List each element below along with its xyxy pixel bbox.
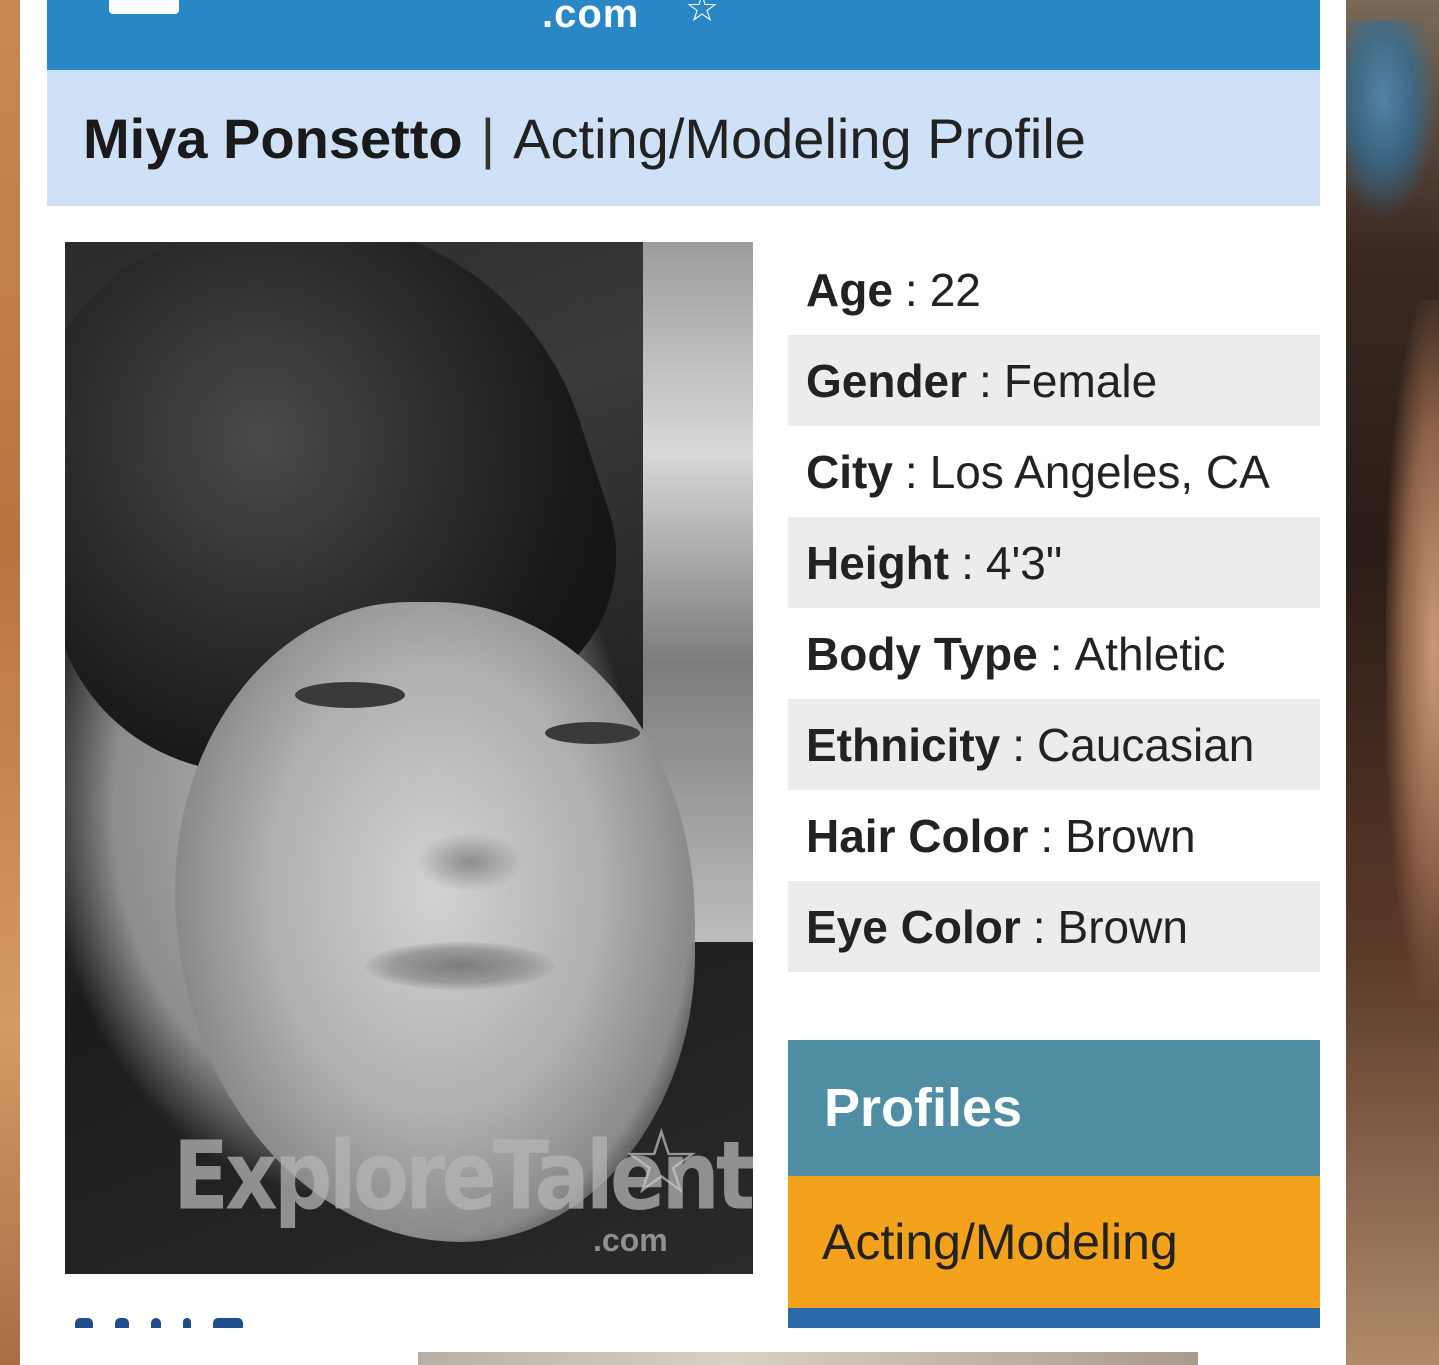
- detail-row-body-type: Body Type: Athletic: [788, 608, 1320, 699]
- profiles-heading: Profiles: [788, 1040, 1320, 1176]
- detail-value: Athletic: [1074, 627, 1226, 680]
- cut-off-glyph: [183, 1318, 191, 1328]
- detail-colon: :: [961, 536, 974, 589]
- detail-colon: :: [1049, 627, 1063, 680]
- photo-nose: [415, 832, 525, 892]
- photo-eye-right: [545, 722, 640, 744]
- detail-value: Female: [1003, 354, 1158, 407]
- detail-value: Caucasian: [1037, 718, 1255, 771]
- detail-label: Height: [806, 536, 950, 589]
- photo-eye-left: [295, 682, 405, 708]
- background-photo-left: [0, 0, 20, 1365]
- cut-off-glyph: [115, 1318, 129, 1328]
- detail-colon: :: [1032, 900, 1046, 953]
- detail-label: City: [806, 445, 893, 498]
- detail-label: Age: [806, 263, 893, 316]
- detail-row-ethnicity: Ethnicity: Caucasian: [788, 699, 1320, 790]
- profile-title: Miya Ponsetto | Acting/Modeling Profile: [47, 70, 1320, 206]
- detail-row-eye-color: Eye Color: Brown: [788, 881, 1320, 972]
- next-content-edge: [418, 1352, 1198, 1365]
- star-icon: ☆: [685, 0, 720, 30]
- profiles-footer-bar: [788, 1308, 1320, 1328]
- detail-colon: :: [1012, 718, 1026, 771]
- background-photo-right: [1346, 0, 1439, 1365]
- detail-value: 4'3": [985, 536, 1063, 589]
- site-header: .com ☆: [47, 0, 1320, 70]
- logo-mark-icon: [109, 0, 179, 14]
- detail-colon: :: [979, 354, 992, 407]
- detail-row-gender: Gender: Female: [788, 335, 1320, 426]
- cut-off-glyph: [213, 1318, 243, 1328]
- detail-colon: :: [904, 263, 918, 316]
- detail-label: Ethnicity: [806, 718, 1001, 771]
- detail-colon: :: [1040, 809, 1054, 862]
- detail-label: Eye Color: [806, 900, 1021, 953]
- detail-row-height: Height:4'3": [788, 517, 1320, 608]
- detail-value: Los Angeles, CA: [929, 445, 1270, 498]
- detail-value: 22: [929, 263, 981, 316]
- detail-label: Gender: [806, 354, 968, 407]
- detail-row-city: City: Los Angeles, CA: [788, 426, 1320, 517]
- cut-off-link: [75, 1310, 375, 1334]
- detail-value: Brown: [1065, 809, 1196, 862]
- profile-details: Age:22 Gender: Female City: Los Angeles, C…: [788, 244, 1320, 972]
- profile-photo[interactable]: ExploreTalent ☆ .com: [65, 242, 753, 1274]
- detail-label: Hair Color: [806, 809, 1029, 862]
- detail-row-hair-color: Hair Color: Brown: [788, 790, 1320, 881]
- cut-off-glyph: [75, 1318, 93, 1328]
- photo-watermark-suffix: .com: [593, 1222, 668, 1258]
- profile-name: Miya Ponsetto: [83, 106, 463, 170]
- detail-value: Brown: [1057, 900, 1188, 953]
- detail-label: Body Type: [806, 627, 1038, 680]
- profile-subtitle: Acting/Modeling Profile: [513, 106, 1086, 170]
- site-logo[interactable]: .com: [542, 0, 639, 37]
- watermark-star-icon: ☆: [621, 1113, 702, 1213]
- detail-colon: :: [904, 445, 918, 498]
- profile-card: .com ☆ Miya Ponsetto | Acting/Modeling P…: [20, 0, 1346, 1365]
- profiles-item-acting-modeling[interactable]: Acting/Modeling: [788, 1176, 1320, 1308]
- detail-row-age: Age:22: [788, 244, 1320, 335]
- title-separator: |: [480, 106, 496, 170]
- photo-mouth: [365, 942, 555, 990]
- cut-off-glyph: [151, 1318, 161, 1328]
